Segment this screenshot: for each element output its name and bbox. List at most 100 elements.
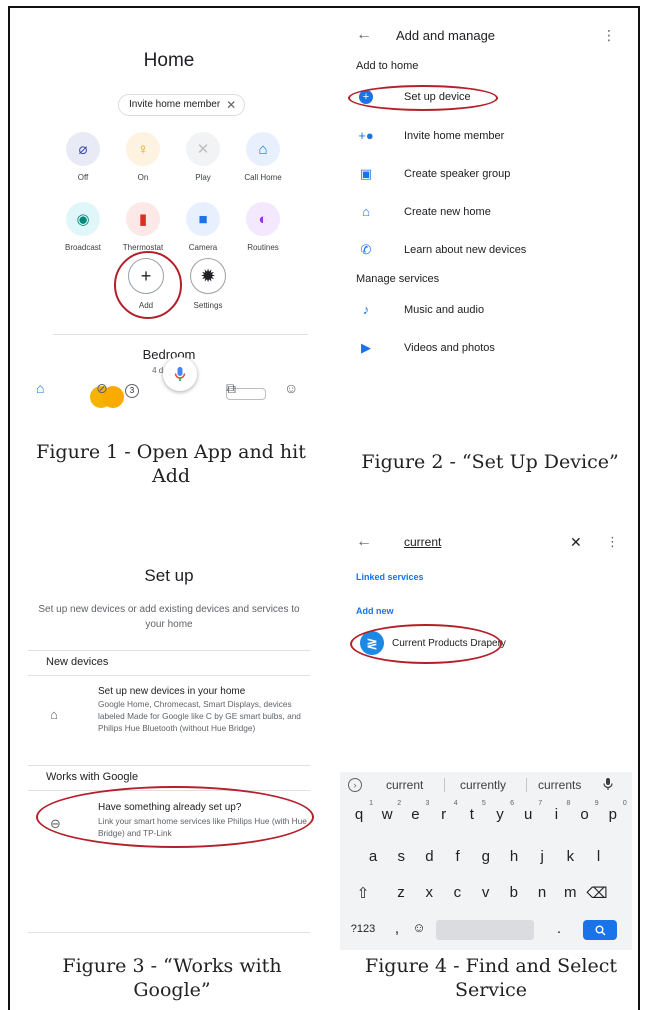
space-key[interactable] [436,920,534,940]
quick-action-off[interactable]: ⌀ Off [53,132,113,182]
shift-key[interactable]: ⇧ [352,884,374,902]
suggestion[interactable]: currently [460,778,506,792]
camera-icon: ■ [186,202,220,236]
microphone-icon[interactable] [603,777,613,794]
settings-button[interactable]: ✹ Settings [190,258,226,310]
key-r[interactable]: r4 [433,800,458,823]
highlight-oval-setup [348,85,498,111]
home-tab-icon[interactable]: ⌂ [36,380,44,396]
search-key[interactable] [583,920,617,940]
chip-label: Invite home member [129,99,221,110]
quick-action-on[interactable]: ♀ On [113,132,173,182]
divider [28,675,310,676]
back-arrow-icon[interactable]: ← [356,533,372,551]
key-i[interactable]: i8 [545,800,571,823]
key-g[interactable]: g [475,848,497,865]
quick-action-broadcast[interactable]: ◉ Broadcast [53,202,113,252]
divider [28,650,310,651]
home-icon: ⌂ [50,707,58,722]
lightbulb-icon: ♀ [126,132,160,166]
key-a[interactable]: a [362,848,384,865]
quick-action-label: On [137,173,149,182]
gear-icon: ✹ [190,258,226,294]
menu-item-label: Videos and photos [404,342,495,354]
menu-item-create-new-home[interactable]: ⌂ Create new home [356,204,616,219]
broadcast-icon: ◉ [66,202,100,236]
back-arrow-icon[interactable]: ← [356,26,372,44]
key-k[interactable]: k [559,848,581,865]
key-p[interactable]: p0 [602,800,627,823]
figure4-caption: Figure 4 - Find and Select Service [365,955,617,1001]
period-key[interactable]: . [548,920,570,937]
suggestion[interactable]: currents [538,778,581,792]
home-title: Home [143,50,195,71]
setup-subtitle: Set up new devices or add existing devic… [38,604,300,630]
suggestion[interactable]: current [386,778,423,792]
key-w[interactable]: w2 [376,800,401,823]
light-off-icon: ⌀ [66,132,100,166]
section-add-to-home: Add to home [356,60,419,72]
key-m[interactable]: m [559,884,581,901]
figure3-caption: Figure 3 - “Works with Google” [62,955,282,1001]
section-manage-services: Manage services [356,273,440,285]
quick-action-camera[interactable]: ■ Camera [173,202,233,252]
quick-action-routines[interactable]: ◐ Routines [233,202,293,252]
key-l[interactable]: l [588,848,610,865]
menu-item-music-and-audio[interactable]: ♪ Music and audio [356,302,616,317]
key-t[interactable]: t5 [461,800,486,823]
key-j[interactable]: j [531,848,553,865]
figure3-screen: Set up Set up new devices or add existin… [18,540,320,940]
linked-services-label: Linked services [356,572,424,582]
key-u[interactable]: u7 [517,800,542,823]
quick-action-label: Broadcast [64,243,102,252]
key-n[interactable]: n [531,884,553,901]
account-tab-icon[interactable]: ☺ [284,380,298,396]
key-e[interactable]: e3 [404,800,429,823]
figure2-screen: ← Add and manage ⋮ Add to home + Set up d… [340,20,632,375]
key-s[interactable]: s [390,848,412,865]
search-input[interactable]: current [404,535,441,549]
invite-home-member-chip[interactable]: Invite home member ✕ [118,94,246,116]
routines-icon: ◐ [246,202,280,236]
menu-item-create-speaker-group[interactable]: ▣ Create speaker group [356,166,616,182]
key-v[interactable]: v [475,884,497,901]
menu-item-label: Music and audio [404,303,485,316]
phone-icon: ✆ [360,242,372,257]
new-devices-option-title[interactable]: Set up new devices in your home [98,686,245,697]
suggestion-strip: › current currently currents [340,772,632,798]
clear-icon[interactable]: ✕ [570,534,582,551]
quick-action-label: Camera [188,243,218,252]
key-y[interactable]: y6 [489,800,514,823]
symbols-key[interactable]: ?123 [346,923,380,935]
more-vert-icon[interactable]: ⋮ [606,534,619,550]
menu-item-learn-about-new-devices[interactable]: ✆ Learn about new devices [356,242,616,258]
quick-action-call-home[interactable]: ⌂ Call Home [233,132,293,182]
key-c[interactable]: c [446,884,468,901]
key-z[interactable]: z [390,884,412,901]
key-q[interactable]: q1 [348,800,373,823]
thermostat-icon: ▮ [126,202,160,236]
close-icon[interactable]: ✕ [226,95,236,115]
quick-action-thermostat[interactable]: ▮ Thermostat [113,202,173,252]
key-d[interactable]: d [418,848,440,865]
speaker-icon: ▣ [359,166,373,181]
chevron-right-icon[interactable]: › [348,778,362,792]
key-x[interactable]: x [418,884,440,901]
highlight-oval-service [350,624,502,664]
quick-action-play[interactable]: ✕ Play [173,132,233,182]
key-b[interactable]: b [503,884,525,901]
keyboard-row-4: ?123 , ☺ . [340,920,632,950]
key-h[interactable]: h [503,848,525,865]
menu-item-invite-home-member[interactable]: +● Invite home member [356,128,616,143]
emoji-icon[interactable]: ☺ [408,920,430,935]
backspace-key[interactable]: ⌫ [586,884,608,902]
music-note-icon: ♪ [362,302,370,317]
media-tab-icon[interactable]: ⧉ [226,380,236,397]
menu-item-videos-and-photos[interactable]: ▶ Videos and photos [356,340,616,356]
key-o[interactable]: o9 [574,800,598,823]
discover-tab-icon[interactable]: ⊘ [96,380,108,397]
more-vert-icon[interactable]: ⋮ [602,27,616,44]
key-f[interactable]: f [447,848,469,865]
video-icon: ▶ [361,340,371,355]
comma-key[interactable]: , [386,920,408,937]
